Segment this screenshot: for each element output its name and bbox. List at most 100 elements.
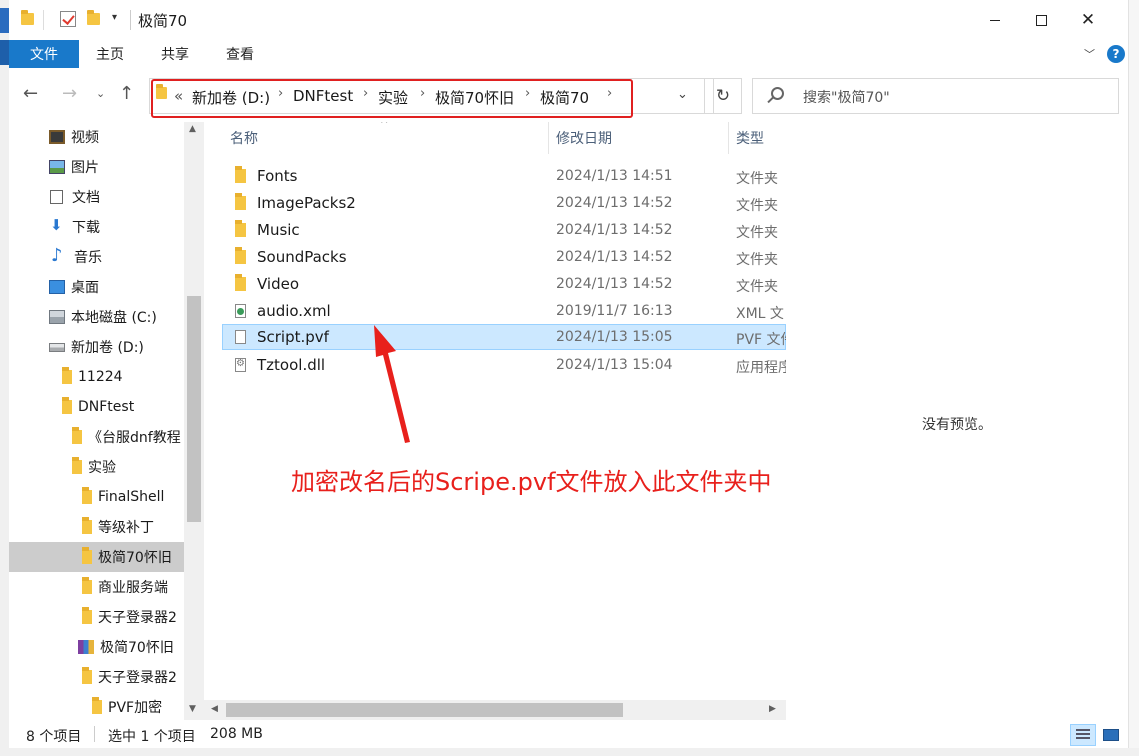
chevron-down-icon[interactable]: ﹀ [1084,46,1095,62]
file-row[interactable]: audio.xml 2019/11/7 16:13 XML 文 [222,298,786,324]
sidebar-item-label: 极简70怀旧 [100,640,174,656]
minimize-button[interactable] [972,0,1018,40]
folder-icon [72,427,82,444]
sidebar-item-downloads[interactable]: 下载 [9,212,184,242]
sidebar-item-folder[interactable]: 天子登录器2 [9,662,184,692]
sidebar-item-drive-c[interactable]: 本地磁盘 (C:) [9,302,184,332]
file-type: 文件夹 [736,252,778,268]
file-type: 文件夹 [736,279,778,295]
file-row[interactable]: ImagePacks2 2024/1/13 14:52 文件夹 [222,190,786,216]
sidebar-item-videos[interactable]: 视频 [9,122,184,152]
tab-file[interactable]: 文件 [9,40,79,68]
folder-icon[interactable] [21,10,34,25]
sidebar-item-label: 本地磁盘 (C:) [71,310,157,326]
sidebar-item-folder[interactable]: 商业服务端 [9,572,184,602]
file-type: 文件夹 [736,225,778,241]
file-row[interactable]: Music 2024/1/13 14:52 文件夹 [222,217,786,243]
back-arrow-icon[interactable]: ← [23,83,38,104]
file-date: 2024/1/13 14:52 [556,249,673,265]
sidebar-item-folder[interactable]: 11224 [9,362,184,392]
maximize-button[interactable] [1018,0,1064,40]
background-window-edge [0,8,9,33]
forward-arrow-icon[interactable]: → [62,83,77,104]
drive-icon [49,342,65,352]
sidebar-item-pictures[interactable]: 图片 [9,152,184,182]
sidebar-item-label: 音乐 [74,250,102,266]
close-button[interactable]: ✕ [1065,0,1111,40]
picture-icon [49,160,65,174]
sidebar-item-drive-d[interactable]: 新加卷 (D:) [9,332,184,362]
ribbon-tabs: 文件 主页 共享 查看 ﹀ ? [9,40,1128,68]
sidebar-item-folder[interactable]: 天子登录器2 [9,602,184,632]
folder-icon[interactable] [87,10,100,25]
sidebar-item-label: FinalShell [98,489,165,505]
sidebar-item-folder[interactable]: FinalShell [9,482,184,512]
folder-icon [92,697,102,714]
check-icon[interactable] [60,11,76,27]
file-row-selected[interactable]: Script.pvf 2024/1/13 15:05 PVF 文件 [222,324,786,350]
large-icons-view-button[interactable] [1098,724,1124,746]
background-window-edge [0,40,9,65]
sidebar-item-music[interactable]: 音乐 [9,242,184,272]
selection-count: 选中 1 个项目 [108,729,196,745]
details-view-button[interactable] [1070,724,1096,746]
file-name: audio.xml [257,302,331,320]
sidebar-item-folder-selected[interactable]: 极简70怀旧 [9,542,184,572]
file-type: 应用程序 [736,360,786,376]
title-bar: ▾ 极简70 ✕ [9,0,1128,40]
file-row[interactable]: Tztool.dll 2024/1/13 15:04 应用程序 [222,352,786,378]
search-input[interactable]: 搜索"极简70" [752,78,1119,114]
column-header-name[interactable]: 名称 [230,122,258,154]
column-divider[interactable] [728,122,729,154]
up-arrow-icon[interactable]: ↑ [119,83,134,104]
file-row[interactable]: Video 2024/1/13 14:52 文件夹 [222,271,786,297]
tab-share[interactable]: 共享 [161,40,189,68]
column-divider[interactable] [548,122,549,154]
sidebar-item-label: 等级补丁 [98,520,154,536]
scroll-left-icon[interactable]: ◀ [211,704,218,714]
refresh-button[interactable]: ↻ [704,78,742,114]
help-icon[interactable]: ? [1107,45,1125,63]
tab-home[interactable]: 主页 [96,40,124,68]
file-date: 2024/1/13 14:52 [556,222,673,238]
chevron-down-icon[interactable]: ⌄ [96,87,105,100]
archive-icon [78,640,94,654]
annotation-arrow [374,325,410,443]
status-divider [94,726,95,742]
search-placeholder: 搜索"极简70" [803,90,890,106]
folder-icon [62,397,72,414]
sidebar-item-folder[interactable]: 等级补丁 [9,512,184,542]
file-date: 2024/1/13 14:52 [556,195,673,211]
window-title: 极简70 [138,12,188,30]
sidebar-item-label: 极简70怀旧 [98,550,172,566]
file-row[interactable]: Fonts 2024/1/13 14:51 文件夹 [222,163,786,189]
sidebar-item-archive[interactable]: 极简70怀旧 [9,632,184,662]
scroll-down-icon[interactable]: ▼ [189,704,196,714]
scroll-up-icon[interactable]: ▲ [189,124,196,134]
file-row[interactable]: SoundPacks 2024/1/13 14:52 文件夹 [222,244,786,270]
column-header-date[interactable]: 修改日期 [556,122,612,154]
download-icon [50,216,64,234]
video-icon [49,130,65,144]
chevron-down-icon[interactable]: ▾ [112,12,117,23]
folder-icon [82,667,92,684]
sidebar-item-folder[interactable]: 《台服dnf教程 [9,422,184,452]
sidebar-item-desktop[interactable]: 桌面 [9,272,184,302]
sidebar-item-folder[interactable]: DNFtest [9,392,184,422]
sidebar-item-label: 天子登录器2 [98,610,177,626]
sidebar-item-documents[interactable]: 文档 [9,182,184,212]
file-name: ImagePacks2 [257,194,356,212]
sidebar-item-folder[interactable]: 实验 [9,452,184,482]
horizontal-scroll-thumb[interactable] [226,703,623,717]
tab-view[interactable]: 查看 [226,40,254,68]
refresh-icon: ↻ [715,86,731,106]
scroll-right-icon[interactable]: ▶ [769,704,776,714]
navigation-pane: 视频 图片 文档 下载 音乐 桌面 本地磁盘 (C:) 新加卷 (D:) 112… [9,122,204,720]
sidebar-item-folder[interactable]: PVF加密 [9,692,184,720]
chevron-down-icon[interactable]: ⌄ [677,87,688,102]
horizontal-scrollbar[interactable]: ◀ ▶ [204,700,786,720]
sidebar-scroll-thumb[interactable] [187,296,201,522]
column-header-type[interactable]: 类型 [736,122,764,154]
sidebar-item-label: 11224 [78,369,123,385]
file-name: Video [257,275,300,293]
